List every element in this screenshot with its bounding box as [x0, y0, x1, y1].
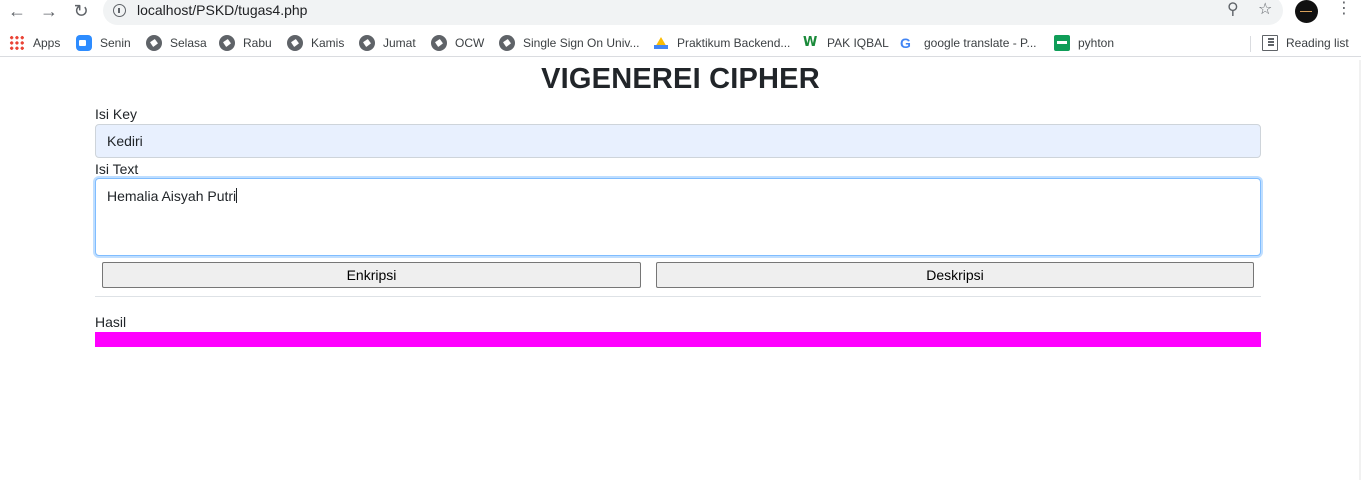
- globe-icon: [287, 35, 303, 51]
- page-title: VIGENEREI CIPHER: [541, 63, 820, 95]
- bookmark-star-icon[interactable]: ☆: [1258, 0, 1272, 19]
- reload-icon[interactable]: ↻: [70, 0, 92, 22]
- reading-list-button[interactable]: Reading list: [1262, 34, 1349, 52]
- sheets-icon: [1054, 35, 1070, 51]
- bookmark-label: pyhton: [1078, 36, 1115, 50]
- back-arrow-icon[interactable]: ←: [6, 0, 28, 22]
- bookmark-senin[interactable]: Senin: [76, 34, 131, 52]
- bookmark-label: Rabu: [243, 36, 272, 50]
- bookmark-label: Selasa: [170, 36, 207, 50]
- divider: [95, 296, 1261, 297]
- bookmark-jumat[interactable]: Jumat: [359, 34, 416, 52]
- bookmark-selasa[interactable]: Selasa: [146, 34, 207, 52]
- key-input[interactable]: [95, 124, 1261, 158]
- encrypt-button[interactable]: Enkripsi: [102, 262, 641, 288]
- result-output: [95, 332, 1261, 347]
- bookmark-praktikum-backend[interactable]: Praktikum Backend...: [653, 34, 790, 52]
- w-icon: W: [803, 35, 818, 50]
- google-icon: G: [900, 35, 911, 51]
- bookmark-ocw[interactable]: OCW: [431, 34, 484, 52]
- profile-avatar[interactable]: [1295, 0, 1318, 23]
- bookmark-label: Jumat: [383, 36, 416, 50]
- reading-list-label: Reading list: [1286, 36, 1349, 50]
- zoom-magnifier-icon[interactable]: ⚲: [1227, 0, 1239, 19]
- bookmark-pak-iqbal[interactable]: W PAK IQBAL: [803, 34, 889, 52]
- bookmark-label: Kamis: [311, 36, 345, 50]
- bookmark-pyhton[interactable]: pyhton: [1054, 34, 1114, 52]
- google-drive-icon: [653, 35, 669, 51]
- bookmark-label: Single Sign On Univ...: [523, 36, 640, 50]
- address-url[interactable]: localhost/PSKD/tugas4.php: [137, 2, 307, 18]
- result-label: Hasil: [95, 314, 127, 330]
- browser-toolbar: ← → ↻ localhost/PSKD/tugas4.php ⚲ ☆ ⋮: [0, 0, 1361, 25]
- globe-icon: [431, 35, 447, 51]
- globe-icon: [359, 35, 375, 51]
- apps-grid-icon: [9, 35, 25, 51]
- reading-list-icon: [1262, 35, 1278, 51]
- globe-icon: [146, 35, 162, 51]
- bookmarks-bar: Apps Senin Selasa Rabu Kamis Jumat OCW S…: [0, 30, 1361, 57]
- bookmark-rabu[interactable]: Rabu: [219, 34, 272, 52]
- text-input-value: Hemalia Aisyah Putri: [107, 188, 237, 204]
- bookmark-label: OCW: [455, 36, 485, 50]
- site-info-icon[interactable]: [113, 4, 126, 17]
- bookmark-label: Apps: [33, 36, 61, 50]
- globe-icon: [219, 35, 235, 51]
- bookmark-apps[interactable]: Apps: [9, 34, 60, 52]
- browser-menu-icon[interactable]: ⋮: [1336, 1, 1352, 17]
- bookmark-label: google translate - P...: [924, 36, 1037, 50]
- bookmark-google-translate[interactable]: G google translate - P...: [900, 34, 1037, 52]
- bookmark-label: Praktikum Backend...: [677, 36, 791, 50]
- bookmark-kamis[interactable]: Kamis: [287, 34, 344, 52]
- bookmark-label: PAK IQBAL: [827, 36, 889, 50]
- key-label: Isi Key: [95, 106, 138, 122]
- globe-icon: [499, 35, 515, 51]
- bookmark-label: Senin: [100, 36, 131, 50]
- zoom-icon: [76, 35, 92, 51]
- text-caret: [236, 188, 238, 203]
- bookmark-single-sign-on[interactable]: Single Sign On Univ...: [499, 34, 640, 52]
- text-input[interactable]: Hemalia Aisyah Putri: [95, 178, 1261, 256]
- address-bar[interactable]: localhost/PSKD/tugas4.php ⚲ ☆: [103, 0, 1283, 25]
- text-label: Isi Text: [95, 161, 139, 177]
- decrypt-button[interactable]: Deskripsi: [656, 262, 1254, 288]
- forward-arrow-icon[interactable]: →: [38, 0, 60, 22]
- bookmarks-divider: [1250, 36, 1251, 52]
